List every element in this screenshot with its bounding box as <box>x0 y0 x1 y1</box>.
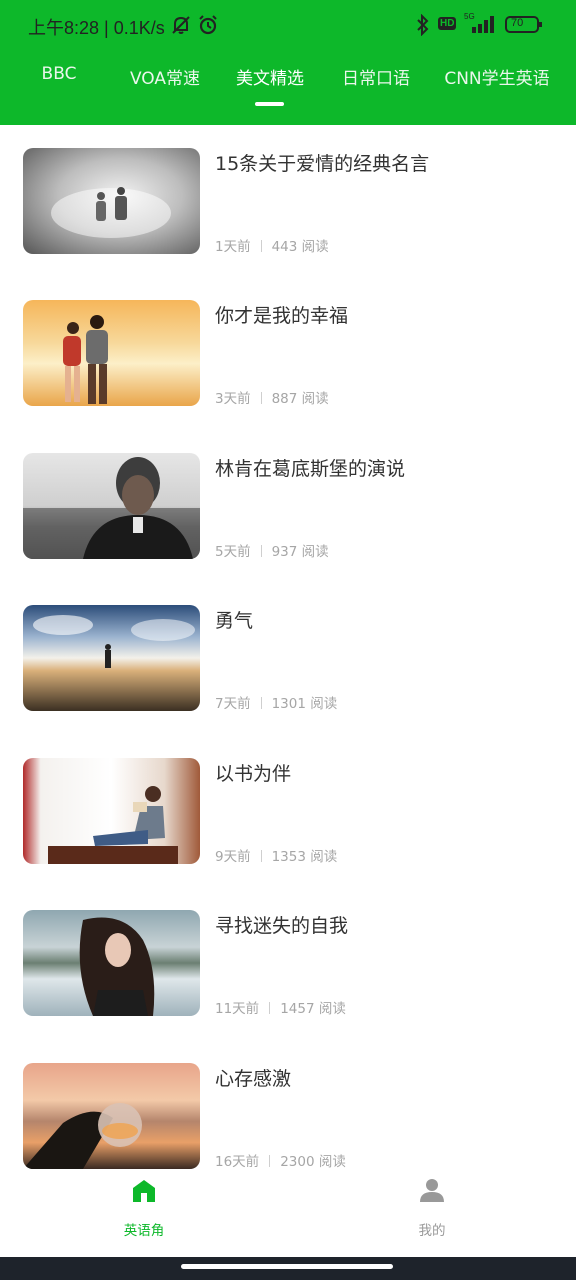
article-item[interactable]: 寻找迷失的自我 11天前 1457 阅读 <box>0 887 576 1039</box>
meta-divider <box>269 1155 271 1167</box>
system-gesture-bar <box>0 1257 576 1280</box>
article-meta: 11天前 1457 阅读 <box>215 997 346 1017</box>
article-thumbnail <box>23 1063 200 1169</box>
article-item[interactable]: 勇气 7天前 1301 阅读 <box>0 582 576 734</box>
article-meta: 1天前 443 阅读 <box>215 235 329 255</box>
article-item[interactable]: 15条关于爱情的经典名言 1天前 443 阅读 <box>0 125 576 277</box>
home-gesture-pill[interactable] <box>181 1264 393 1269</box>
meta-divider <box>269 1002 271 1014</box>
article-title: 勇气 <box>215 610 254 632</box>
article-title: 寻找迷失的自我 <box>215 915 349 937</box>
user-icon <box>419 1177 445 1207</box>
article-time: 16天前 <box>215 1154 260 1169</box>
status-bar: 上午8:28 | 0.1K/s HD 5G 70 <box>0 0 576 52</box>
bluetooth-icon <box>414 13 432 40</box>
category-tabs: BBC VOA常速 美文精选 日常口语 CNN学生英语 <box>0 52 576 125</box>
article-title: 心存感激 <box>215 1068 292 1090</box>
tab-daily-speaking[interactable]: 日常口语 <box>342 64 410 89</box>
nav-mine-label: 我的 <box>418 1223 446 1239</box>
tab-selected-essays[interactable]: 美文精选 <box>236 64 304 89</box>
article-reads: 1353 阅读 <box>271 849 338 865</box>
signal-icon: 5G <box>462 12 498 40</box>
article-list[interactable]: 15条关于爱情的经典名言 1天前 443 阅读 你才是我的幸福 3天前 887 阅读 <box>0 125 576 1169</box>
article-reads: 1457 阅读 <box>280 1001 346 1017</box>
article-title: 以书为伴 <box>215 763 292 785</box>
article-title: 你才是我的幸福 <box>215 305 349 327</box>
article-time: 1天前 <box>215 239 251 255</box>
tab-cnn-student[interactable]: CNN学生英语 <box>444 64 549 89</box>
meta-divider <box>260 240 262 252</box>
meta-divider <box>260 392 262 404</box>
article-reads: 2300 阅读 <box>280 1154 346 1169</box>
hd-icon: HD <box>438 17 457 30</box>
article-time: 7天前 <box>215 696 251 712</box>
article-thumbnail <box>23 453 200 559</box>
article-meta: 3天前 887 阅读 <box>215 387 329 407</box>
tab-bbc[interactable]: BBC <box>42 64 77 84</box>
article-time: 9天前 <box>215 849 251 865</box>
battery-icon: 70 <box>505 15 543 39</box>
mute-icon <box>170 14 192 40</box>
article-time: 5天前 <box>215 544 251 560</box>
article-thumbnail <box>23 300 200 406</box>
article-meta: 9天前 1353 阅读 <box>215 845 337 865</box>
article-time: 3天前 <box>215 391 251 407</box>
article-time: 11天前 <box>215 1001 260 1017</box>
network-label: 5G <box>464 12 475 21</box>
article-reads: 1301 阅读 <box>271 696 338 712</box>
meta-divider <box>260 545 262 557</box>
home-icon <box>131 1177 157 1207</box>
article-title: 林肯在葛底斯堡的演说 <box>215 458 406 480</box>
status-time: 上午8:28 | 0.1K/s <box>28 18 165 38</box>
tab-voa[interactable]: VOA常速 <box>130 64 200 89</box>
article-meta: 5天前 937 阅读 <box>215 540 329 560</box>
article-title: 15条关于爱情的经典名言 <box>215 153 430 175</box>
article-item[interactable]: 以书为伴 9天前 1353 阅读 <box>0 735 576 887</box>
article-thumbnail <box>23 605 200 711</box>
battery-level: 70 <box>511 17 524 29</box>
article-thumbnail <box>23 910 200 1016</box>
article-thumbnail <box>23 758 200 864</box>
article-meta: 7天前 1301 阅读 <box>215 692 337 712</box>
meta-divider <box>260 697 262 709</box>
meta-divider <box>260 850 262 862</box>
article-item[interactable]: 你才是我的幸福 3天前 887 阅读 <box>0 277 576 429</box>
article-item[interactable]: 林肯在葛底斯堡的演说 5天前 937 阅读 <box>0 430 576 582</box>
article-thumbnail <box>23 148 200 254</box>
bottom-navigation: 英语角 我的 <box>0 1169 576 1257</box>
article-item[interactable]: 心存感激 16天前 2300 阅读 <box>0 1040 576 1169</box>
active-tab-indicator <box>255 102 284 106</box>
article-meta: 16天前 2300 阅读 <box>215 1150 346 1169</box>
article-reads: 887 阅读 <box>271 391 329 407</box>
alarm-icon <box>197 14 219 40</box>
article-reads: 443 阅读 <box>271 239 329 255</box>
article-reads: 937 阅读 <box>271 544 329 560</box>
nav-home-label: 英语角 <box>123 1223 165 1239</box>
app-header: 上午8:28 | 0.1K/s HD 5G 70 BBC VOA常速 美文精选 … <box>0 0 576 125</box>
